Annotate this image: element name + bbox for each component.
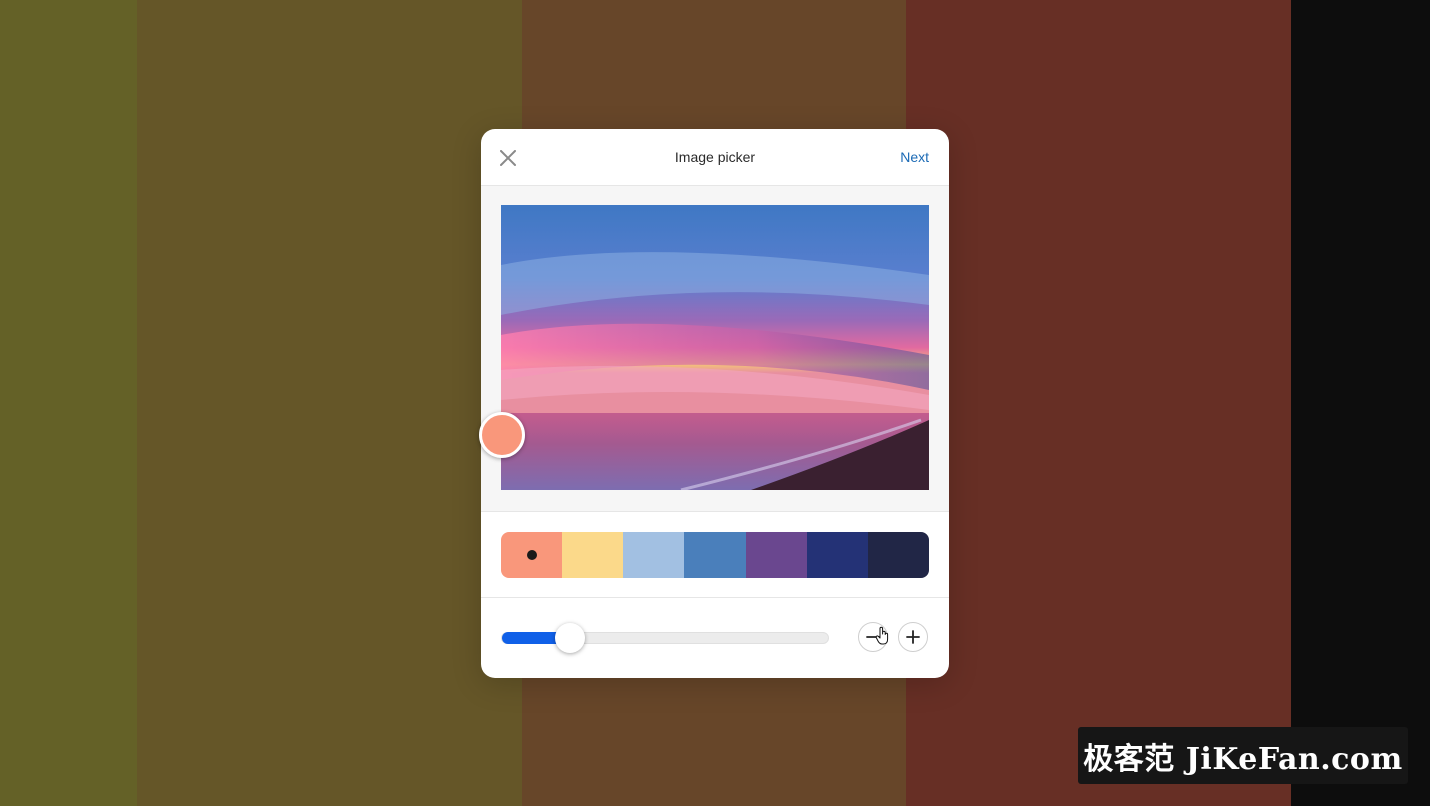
background-stripe-1 [0, 0, 137, 806]
zoom-in-button[interactable] [898, 622, 928, 652]
close-button[interactable] [497, 147, 519, 169]
zoom-controls [481, 598, 949, 678]
swatch-6[interactable] [806, 532, 868, 578]
watermark: 极客范 JiKeFan.com [1078, 727, 1408, 784]
dialog-header: Image picker Next [481, 129, 949, 186]
zoom-slider[interactable] [501, 623, 829, 653]
zoom-out-button[interactable] [858, 622, 888, 652]
plus-icon [906, 630, 920, 644]
swatch-7[interactable] [867, 532, 929, 578]
background-stripe-4 [906, 0, 1291, 806]
minus-icon [866, 636, 880, 638]
zoom-slider-thumb[interactable] [555, 623, 586, 653]
swatch-2[interactable] [562, 532, 624, 578]
background-stripe-5 [1291, 0, 1430, 806]
sunset-image [501, 205, 929, 490]
background-stripe-2 [137, 0, 522, 806]
dialog-title: Image picker [674, 149, 756, 165]
next-button[interactable]: Next [900, 149, 929, 165]
sunset-photo[interactable] [501, 205, 929, 490]
swatch-3[interactable] [623, 532, 685, 578]
swatch-1[interactable] [501, 532, 563, 578]
color-picker-handle[interactable] [479, 412, 525, 458]
selected-swatch-indicator [526, 550, 537, 560]
watermark-text: 极客范 JiKeFan.com [1083, 741, 1403, 777]
color-palette [501, 532, 929, 578]
swatch-4[interactable] [684, 532, 746, 578]
image-picker-dialog: Image picker Next [479, 129, 949, 678]
palette-area [481, 512, 949, 598]
image-area [479, 186, 949, 512]
swatch-5[interactable] [745, 532, 807, 578]
close-icon [500, 150, 516, 166]
